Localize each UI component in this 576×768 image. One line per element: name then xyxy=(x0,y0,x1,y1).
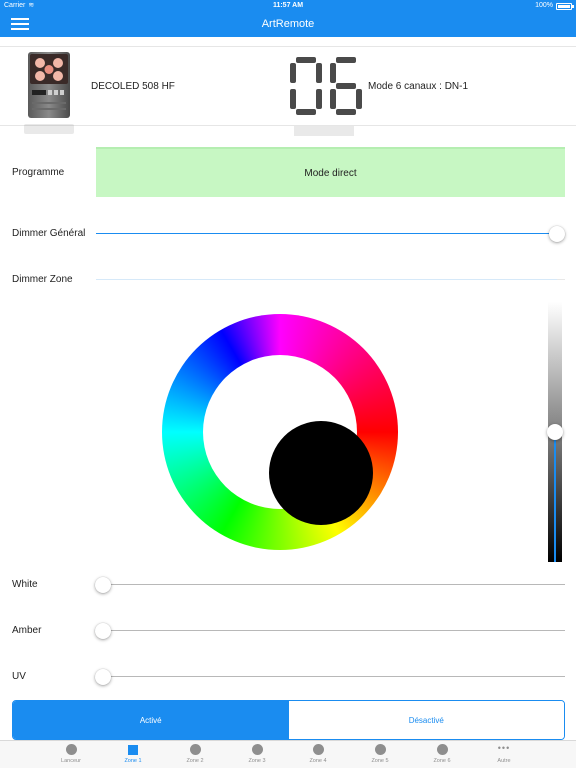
amber-slider[interactable] xyxy=(95,623,565,639)
slider-thumb[interactable] xyxy=(549,226,565,242)
digit-segment xyxy=(290,63,296,83)
uv-label: UV xyxy=(12,671,26,682)
battery-fill xyxy=(558,4,570,8)
digit-segment xyxy=(336,83,356,89)
digit-segment xyxy=(336,109,356,115)
battery-icon xyxy=(556,2,574,10)
device-mode: Mode 6 canaux : DN-1 xyxy=(368,81,469,92)
tab-label: Zone 6 xyxy=(433,758,451,764)
digit-segment xyxy=(316,63,322,83)
tab-lanceur[interactable]: Lanceur xyxy=(41,744,101,764)
brightness-slider[interactable] xyxy=(547,302,563,562)
tab-zone-2[interactable]: Zone 2 xyxy=(165,744,225,764)
circle-icon xyxy=(65,744,77,755)
digit-segment xyxy=(330,89,336,109)
digit-segment xyxy=(290,89,296,109)
brightness-thumb[interactable] xyxy=(547,424,563,440)
tab-zone-3[interactable]: Zone 3 xyxy=(227,744,287,764)
status-bar: Carrier ≋ 11:57 AM 100% xyxy=(0,0,576,12)
circle-icon xyxy=(374,744,386,755)
digit-segment xyxy=(330,63,336,83)
tab-zone-5[interactable]: Zone 5 xyxy=(350,744,410,764)
app-title: ArtRemote xyxy=(261,18,315,30)
tab-label: Autre xyxy=(497,758,511,764)
programme-label: Programme xyxy=(12,167,65,178)
square-icon xyxy=(128,745,138,755)
battery-percent: 100% xyxy=(535,2,553,9)
tab-label: Zone 3 xyxy=(248,758,266,764)
uv-slider[interactable] xyxy=(95,669,565,685)
digit-segment xyxy=(336,57,356,63)
brightness-fill xyxy=(554,432,556,562)
dimmer-zone-slider[interactable] xyxy=(96,272,565,288)
battery-indicator: 100% xyxy=(535,0,574,12)
activation-toggle: Activé Désactivé xyxy=(12,700,565,740)
tab-autre[interactable]: ••• Autre xyxy=(474,743,534,765)
device-image xyxy=(24,50,74,120)
tab-label: Zone 1 xyxy=(124,758,142,764)
circle-icon xyxy=(251,744,263,755)
tab-label: Zone 2 xyxy=(186,758,204,764)
tab-label: Zone 4 xyxy=(309,758,327,764)
clock: 11:57 AM xyxy=(272,2,304,9)
circle-icon xyxy=(189,744,201,755)
digit-segment xyxy=(356,89,362,109)
tab-zone-6[interactable]: Zone 6 xyxy=(412,744,472,764)
color-preview xyxy=(269,421,373,525)
dimmer-zone-label: Dimmer Zone xyxy=(12,274,73,285)
color-wheel-center xyxy=(203,355,373,525)
header-reflection xyxy=(0,124,576,136)
inactive-segment[interactable]: Désactivé xyxy=(288,701,564,739)
tab-label: Zone 5 xyxy=(371,758,389,764)
slider-thumb[interactable] xyxy=(95,623,111,639)
channel-number-display xyxy=(290,57,362,115)
programme-value: Mode direct xyxy=(304,167,357,179)
digit-segment xyxy=(316,89,322,109)
navigation-bar: ArtRemote xyxy=(0,12,576,37)
more-dots-icon: ••• xyxy=(497,743,511,753)
programme-button[interactable]: Mode direct xyxy=(96,147,565,197)
digit-segment xyxy=(296,109,316,115)
dimmer-general-slider[interactable] xyxy=(96,226,565,242)
dimmer-general-label: Dimmer Général xyxy=(12,228,86,239)
tab-zone-1[interactable]: Zone 1 xyxy=(103,744,163,764)
circle-icon xyxy=(436,744,448,755)
slider-thumb[interactable] xyxy=(95,669,111,685)
tab-zone-4[interactable]: Zone 4 xyxy=(288,744,348,764)
digit-segment xyxy=(296,57,316,63)
device-name: DECOLED 508 HF xyxy=(91,81,175,92)
active-segment[interactable]: Activé xyxy=(13,701,289,739)
circle-icon xyxy=(312,744,324,755)
device-header: DECOLED 508 HF Mode 6 canaux : DN-1 xyxy=(0,46,576,126)
tab-bar: Lanceur Zone 1 Zone 2 Zone 3 Zone 4 Zone… xyxy=(0,740,576,768)
amber-label: Amber xyxy=(12,625,42,636)
slider-thumb[interactable] xyxy=(95,577,111,593)
white-label: White xyxy=(12,579,38,590)
color-wheel[interactable] xyxy=(162,314,398,550)
white-slider[interactable] xyxy=(95,577,565,593)
tab-label: Lanceur xyxy=(61,758,81,764)
